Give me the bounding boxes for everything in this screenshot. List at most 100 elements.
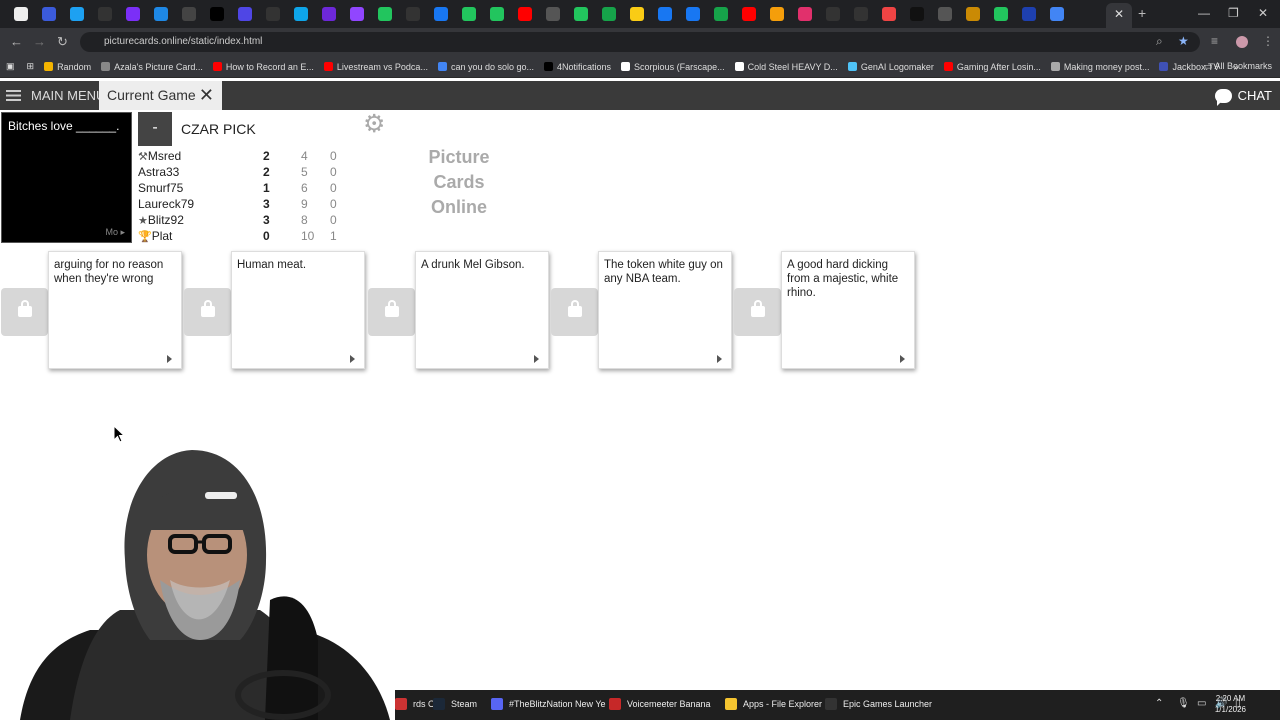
tab-favicon[interactable] [350, 7, 364, 21]
close-window-icon[interactable]: ✕ [1258, 6, 1268, 20]
tab-favicon[interactable] [882, 7, 896, 21]
tab-favicon[interactable] [602, 7, 616, 21]
bookmark-item[interactable]: Gaming After Losin... [943, 62, 1041, 72]
tab-favicon[interactable] [546, 7, 560, 21]
tab-favicon[interactable] [14, 7, 28, 21]
main-menu-button[interactable]: MAIN MENU [0, 81, 105, 110]
tab-favicon[interactable] [854, 7, 868, 21]
tab-close-icon[interactable]: ✕ [1114, 7, 1124, 21]
media-icon[interactable]: ≡ [1211, 34, 1218, 48]
tab-favicon[interactable] [1050, 7, 1064, 21]
white-card[interactable]: Human meat. [231, 251, 365, 369]
tab-favicon[interactable] [714, 7, 728, 21]
tab-favicon[interactable] [98, 7, 112, 21]
lock-button[interactable] [734, 288, 781, 336]
tab-favicon[interactable] [294, 7, 308, 21]
tab-favicon[interactable] [378, 7, 392, 21]
tab-favicon[interactable] [966, 7, 980, 21]
taskbar-app[interactable]: Voicemeeter Banana [609, 698, 711, 710]
taskbar-app[interactable]: #TheBlitzNation New Ye [491, 698, 606, 710]
tab-favicon[interactable] [826, 7, 840, 21]
lock-button[interactable] [1, 288, 48, 336]
back-icon[interactable]: ← [10, 34, 23, 49]
bookmark-item[interactable]: GenAI Logomaker [847, 62, 934, 72]
lock-button[interactable] [551, 288, 598, 336]
bookmark-item[interactable]: Cold Steel HEAVY D... [734, 62, 838, 72]
sidebar-toggle-icon[interactable]: ▣ [6, 61, 15, 72]
tray-overflow-icon[interactable]: ⌃ [1155, 698, 1163, 709]
bookmark-star-icon[interactable]: ★ [1178, 34, 1189, 48]
tab-favicon[interactable] [70, 7, 84, 21]
chat-button[interactable]: CHAT [1214, 81, 1272, 110]
close-tab-icon[interactable]: ✕ [199, 81, 214, 110]
tab-favicon[interactable] [126, 7, 140, 21]
url-field[interactable]: picturecards.online/static/index.html [80, 32, 1200, 52]
tab-favicon[interactable] [462, 7, 476, 21]
card-expand-icon[interactable] [534, 355, 543, 363]
tab-favicon[interactable] [910, 7, 924, 21]
tab-favicon[interactable] [1022, 7, 1036, 21]
tab-favicon[interactable] [238, 7, 252, 21]
tab-favicon[interactable] [210, 7, 224, 21]
microphone-icon[interactable]: 🎙 [1177, 698, 1190, 709]
white-card[interactable]: The token white guy on any NBA team. [598, 251, 732, 369]
active-tab[interactable]: ✕ [1106, 3, 1132, 28]
bookmark-item[interactable]: Livestream vs Podca... [323, 62, 428, 72]
tab-favicon[interactable] [182, 7, 196, 21]
tab-favicon[interactable] [770, 7, 784, 21]
forward-icon[interactable]: → [33, 34, 46, 49]
new-tab-button[interactable]: + [1138, 5, 1146, 21]
bookmark-item[interactable]: can you do solo go... [437, 62, 534, 72]
gear-icon[interactable]: ⚙ [363, 112, 388, 137]
tab-favicon[interactable] [686, 7, 700, 21]
card-expand-icon[interactable] [167, 355, 176, 363]
card-expand-icon[interactable] [900, 355, 909, 363]
bookmark-item[interactable]: Scorpious (Farscape... [621, 62, 725, 72]
tab-favicon[interactable] [154, 7, 168, 21]
white-card[interactable]: A drunk Mel Gibson. [415, 251, 549, 369]
white-card[interactable]: arguing for no reason when they're wrong [48, 251, 182, 369]
card-expand-icon[interactable] [350, 355, 359, 363]
all-bookmarks-folder[interactable]: ▭ All Bookmarks [1204, 61, 1272, 72]
tab-favicon[interactable] [574, 7, 588, 21]
white-card[interactable]: A good hard dicking from a majestic, whi… [781, 251, 915, 369]
lock-button[interactable] [184, 288, 231, 336]
minimize-icon[interactable]: — [1198, 6, 1210, 20]
tab-current-game[interactable]: Current Game ✕ [99, 81, 222, 110]
black-card-more[interactable]: Mo ▸ [105, 227, 125, 238]
reload-icon[interactable]: ↻ [57, 34, 68, 50]
taskbar-app[interactable]: Apps - File Explorer [725, 698, 822, 710]
system-clock[interactable]: 2:20 AM 1/1/2026 [1215, 693, 1246, 715]
bookmark-item[interactable]: Making money post... [1050, 62, 1149, 72]
tab-favicon[interactable] [938, 7, 952, 21]
tab-favicon[interactable] [658, 7, 672, 21]
taskbar-app[interactable]: rds Or [395, 698, 438, 710]
bookmark-favicon-icon [44, 62, 54, 71]
tab-favicon[interactable] [406, 7, 420, 21]
tab-favicon[interactable] [742, 7, 756, 21]
taskbar-app[interactable]: Epic Games Launcher [825, 698, 932, 710]
bookmark-item[interactable]: Random [44, 62, 91, 72]
card-expand-icon[interactable] [717, 355, 726, 363]
lock-button[interactable] [368, 288, 415, 336]
zoom-icon[interactable]: ⌕ [1156, 34, 1163, 49]
tab-favicon[interactable] [518, 7, 532, 21]
bookmark-item[interactable]: How to Record an E... [212, 62, 314, 72]
tab-favicon[interactable] [630, 7, 644, 21]
tab-favicon[interactable] [266, 7, 280, 21]
tab-favicon[interactable] [322, 7, 336, 21]
tab-favicon[interactable] [994, 7, 1008, 21]
collapse-button[interactable]: - [138, 112, 172, 146]
network-icon[interactable]: ▭ [1197, 698, 1206, 709]
tab-favicon[interactable] [798, 7, 812, 21]
taskbar-app[interactable]: Steam [433, 698, 477, 710]
more-options-icon[interactable]: ⋮ [1262, 34, 1274, 48]
profile-avatar[interactable] [1236, 36, 1248, 48]
tab-favicon[interactable] [490, 7, 504, 21]
apps-grid-icon[interactable]: ⊞ [27, 61, 35, 72]
bookmark-item[interactable]: 4Notifications [544, 62, 611, 72]
tab-favicon[interactable] [42, 7, 56, 21]
tab-favicon[interactable] [434, 7, 448, 21]
maximize-icon[interactable]: ❐ [1228, 6, 1239, 20]
bookmark-item[interactable]: Azala's Picture Card... [101, 62, 203, 72]
